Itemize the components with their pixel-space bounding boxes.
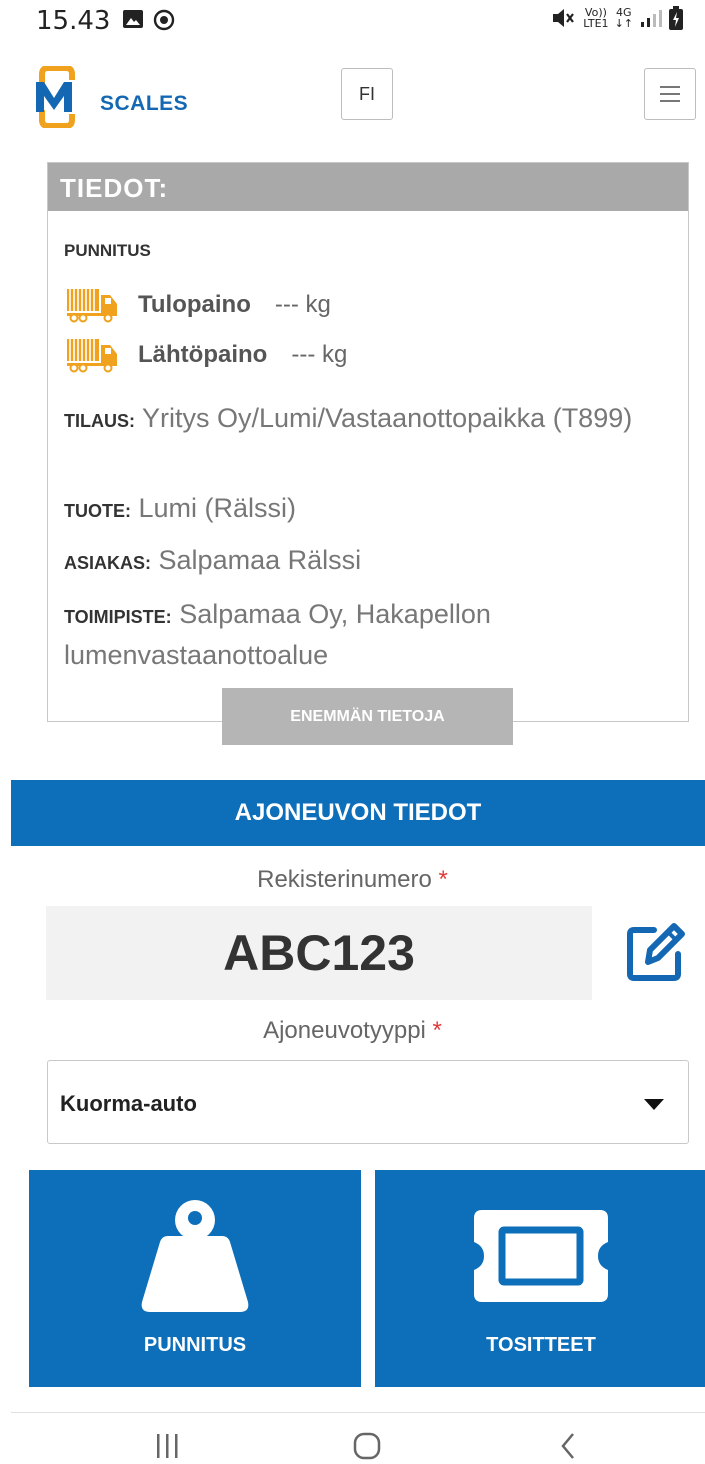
outgoing-weight-value: --- kg	[291, 341, 348, 368]
mute-icon	[553, 9, 575, 27]
receipts-tile-button[interactable]: TOSITTEET	[375, 1170, 705, 1387]
vehicle-type-field-label: Ajoneuvotyyppi *	[0, 1017, 705, 1045]
battery-icon	[669, 6, 683, 30]
data-arrows-icon: ↓↑	[614, 17, 633, 30]
site-detail: TOIMIPISTE: Salpamaa Oy, Hakapellon lume…	[64, 595, 664, 674]
status-bar: 15.43 Vo)) LTE1 4G ↓↑	[0, 0, 705, 44]
home-button[interactable]	[337, 1428, 397, 1464]
weighing-tile-button[interactable]: PUNNITUS	[29, 1170, 361, 1387]
recent-apps-icon	[157, 1434, 178, 1458]
status-time: 15.43	[36, 6, 111, 36]
weighing-section-label: PUNNITUS	[64, 241, 151, 260]
caret-down-icon	[644, 1099, 664, 1110]
weight-icon	[141, 1200, 249, 1312]
product-value: Lumi (Rälssi)	[138, 493, 297, 523]
customer-value: Salpamaa Rälssi	[158, 545, 362, 575]
network-label: Vo)) LTE1	[583, 7, 608, 29]
logo-text: SCALES	[100, 92, 189, 115]
ticket-icon	[474, 1210, 608, 1302]
plate-label-text: Rekisterinumero	[257, 866, 432, 893]
signal-icon	[641, 10, 662, 27]
receipts-tile-label: TOSITTEET	[486, 1334, 596, 1356]
outgoing-weight-label: Lähtöpaino	[138, 341, 268, 368]
info-card-title: TIEDOT:	[48, 163, 688, 211]
truck-icon	[67, 289, 117, 323]
incoming-weight-row: Tulopaino --- kg	[66, 287, 331, 323]
plate-number-display[interactable]: ABC123	[46, 906, 592, 1000]
recent-apps-button[interactable]	[137, 1428, 197, 1464]
vehicle-type-value: Kuorma-auto	[60, 1091, 197, 1116]
network-bottom-label: LTE1	[583, 17, 609, 30]
network-type: 4G ↓↑	[615, 7, 633, 29]
incoming-weight-label: Tulopaino	[138, 291, 251, 318]
incoming-weight-value: --- kg	[274, 291, 331, 318]
logo-mark-icon	[36, 66, 75, 128]
plate-field-label: Rekisterinumero *	[0, 866, 705, 894]
image-icon	[123, 10, 143, 28]
vehicle-type-select[interactable]: Kuorma-auto	[47, 1060, 689, 1144]
hamburger-icon	[660, 86, 680, 88]
vehicle-info-header: AJONEUVON TIEDOT	[11, 780, 705, 846]
truck-icon	[67, 339, 117, 373]
language-button[interactable]: FI	[341, 68, 393, 120]
weighing-tile-label: PUNNITUS	[143, 1334, 247, 1356]
product-key: TUOTE:	[64, 501, 131, 521]
mscales-logo[interactable]: SCALES	[36, 66, 189, 128]
order-value: Yritys Oy/Lumi/Vastaanottopaikka (T899)	[142, 403, 633, 433]
more-info-button[interactable]: ENEMMÄN TIETOJA	[222, 688, 513, 745]
info-card: TIEDOT: PUNNITUS Tulopaino --- kg Lähtöp…	[47, 162, 689, 722]
order-key: TILAUS:	[64, 411, 135, 431]
order-detail: TILAUS: Yritys Oy/Lumi/Vastaanottopaikka…	[64, 399, 664, 440]
vehicle-type-label-text: Ajoneuvotyyppi	[263, 1017, 426, 1044]
product-detail: TUOTE: Lumi (Rälssi)	[64, 489, 664, 530]
edit-icon[interactable]	[624, 918, 690, 984]
back-icon	[561, 1433, 574, 1459]
home-icon	[353, 1432, 381, 1460]
site-key: TOIMIPISTE:	[64, 607, 172, 627]
customer-key: ASIAKAS:	[64, 553, 152, 573]
nav-divider	[11, 1412, 705, 1413]
outgoing-weight-row: Lähtöpaino --- kg	[66, 337, 347, 373]
back-button[interactable]	[538, 1428, 598, 1464]
required-mark: *	[432, 1017, 442, 1044]
customer-detail: ASIAKAS: Salpamaa Rälssi	[64, 541, 664, 582]
record-icon	[153, 9, 175, 31]
menu-button[interactable]	[644, 68, 696, 120]
required-mark: *	[438, 866, 448, 893]
